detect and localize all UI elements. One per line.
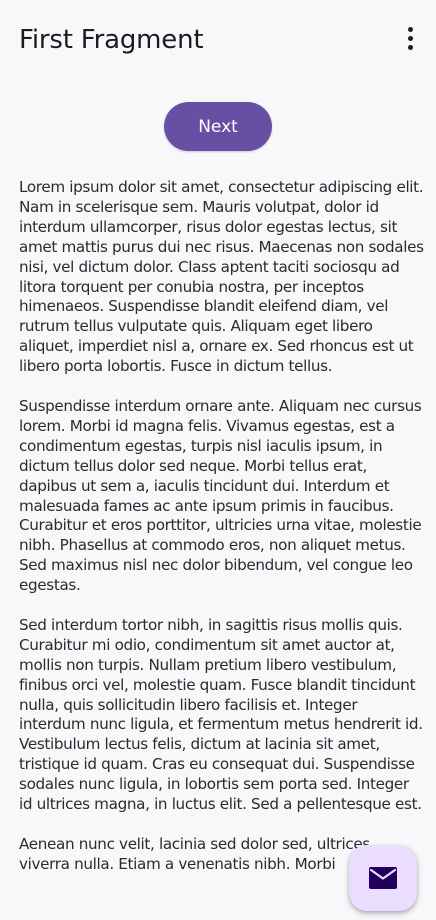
- paragraph-1: Lorem ipsum dolor sit amet, consectetur …: [19, 178, 424, 376]
- page-title: First Fragment: [19, 25, 204, 55]
- lorem-text: Lorem ipsum dolor sit amet, consectetur …: [19, 178, 424, 875]
- overflow-dot: [407, 44, 413, 50]
- email-fab-button[interactable]: [349, 845, 417, 911]
- more-vert-icon[interactable]: [394, 22, 426, 54]
- paragraph-3: Sed interdum tortor nibh, in sagittis ri…: [19, 615, 423, 814]
- top-app-bar: First Fragment: [0, 0, 436, 80]
- overflow-dot: [407, 26, 413, 32]
- next-button[interactable]: Next: [164, 102, 272, 151]
- mail-icon: [369, 867, 397, 889]
- overflow-dot: [407, 35, 413, 41]
- paragraph-4: Aenean nunc velit, lacinia sed dolor sed…: [19, 834, 370, 873]
- paragraph-2: Suspendisse interdum ornare ante. Aliqua…: [19, 396, 422, 595]
- scroll-content[interactable]: Next Lorem ipsum dolor sit amet, consect…: [0, 80, 436, 920]
